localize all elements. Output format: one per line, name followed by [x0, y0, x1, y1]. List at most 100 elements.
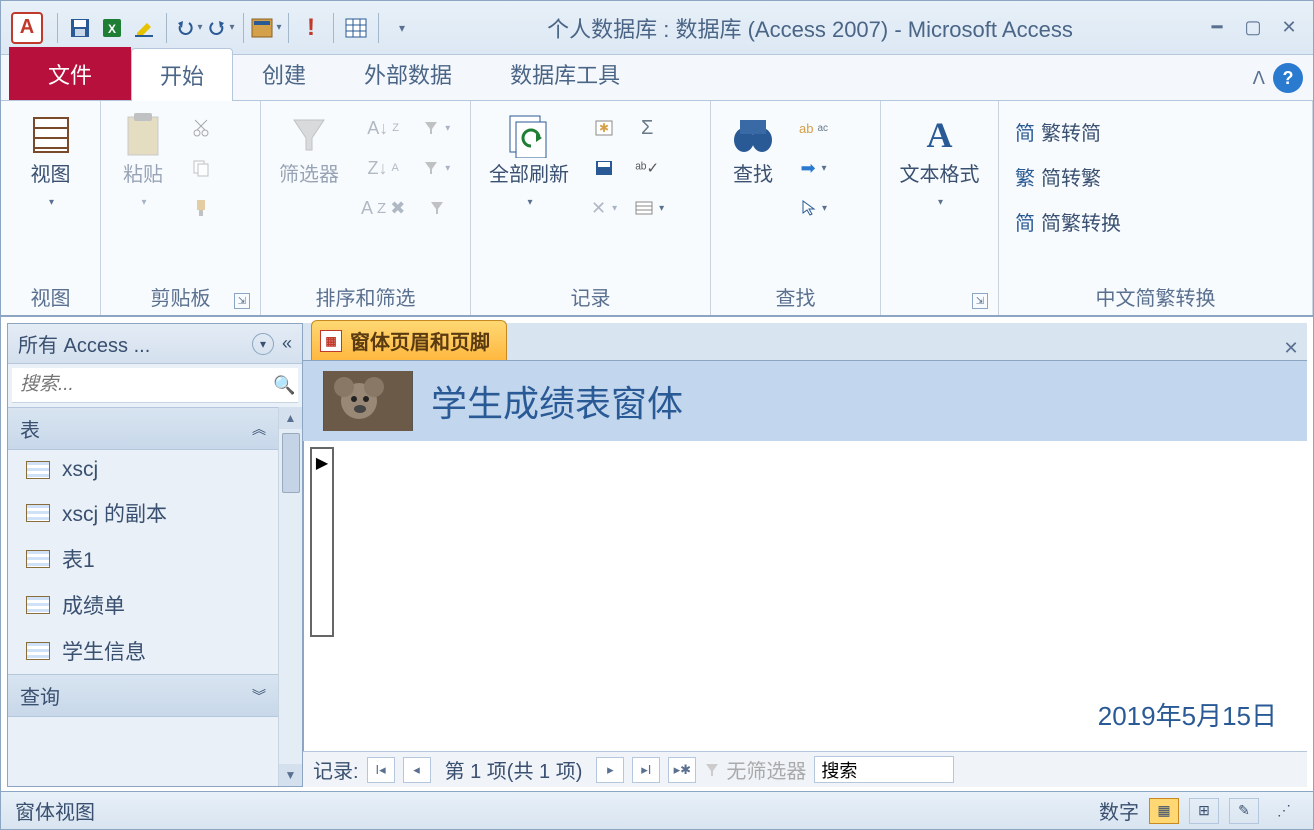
- navpane-header[interactable]: 所有 Access ... ▾ «: [8, 324, 302, 364]
- form-header: 学生成绩表窗体: [303, 361, 1307, 441]
- view-button[interactable]: 视图▾: [17, 107, 85, 215]
- scroll-thumb[interactable]: [282, 433, 300, 493]
- record-selector[interactable]: [310, 447, 334, 637]
- chevron-down-icon: ︾: [252, 686, 266, 706]
- qat-save-button[interactable]: [64, 12, 96, 44]
- group-clipboard-label: 剪贴板⇲: [109, 278, 252, 313]
- cut-icon: [191, 118, 211, 138]
- design-view-button[interactable]: ✎: [1229, 798, 1259, 824]
- maximize-button[interactable]: ▢: [1239, 17, 1267, 39]
- redo-icon: [207, 18, 227, 38]
- text-format-button[interactable]: A 文本格式▾: [890, 107, 990, 215]
- first-record-button[interactable]: I◂: [367, 757, 395, 783]
- format-painter-button[interactable]: [183, 191, 219, 225]
- form-tab[interactable]: ▦ 窗体页眉和页脚: [311, 320, 507, 360]
- qat-datasheet-button[interactable]: [340, 12, 372, 44]
- form-view-button[interactable]: ▦: [1149, 798, 1179, 824]
- toggle-filter-button[interactable]: [417, 191, 456, 225]
- copy-button[interactable]: [183, 151, 219, 185]
- grid-icon: [345, 18, 367, 38]
- nav-item-table[interactable]: 成绩单: [8, 582, 278, 628]
- clear-sort-button[interactable]: AZ✖: [355, 191, 411, 225]
- qat-highlight-button[interactable]: [128, 12, 160, 44]
- tab-create[interactable]: 创建: [233, 47, 335, 100]
- prev-record-button[interactable]: ◂: [403, 757, 431, 783]
- nav-item-table[interactable]: 学生信息: [8, 628, 278, 674]
- to-simplified-button[interactable]: 简繁转简: [1007, 113, 1129, 150]
- nav-group-queries[interactable]: 查询︾: [8, 674, 278, 717]
- save-icon: [69, 17, 91, 39]
- qat-excel-button[interactable]: X: [96, 12, 128, 44]
- navpane-dropdown-button[interactable]: ▾: [252, 333, 274, 355]
- tab-external[interactable]: 外部数据: [335, 47, 481, 100]
- textformat-launcher[interactable]: ⇲: [972, 293, 988, 309]
- cut-button[interactable]: [183, 111, 219, 145]
- nav-item-table[interactable]: 表1: [8, 536, 278, 582]
- clipboard-launcher[interactable]: ⇲: [234, 293, 250, 309]
- next-record-button[interactable]: ▸: [596, 757, 624, 783]
- nav-item-table[interactable]: xscj 的副本: [8, 490, 278, 536]
- spelling-button[interactable]: ᵃᵇ✓: [629, 151, 665, 185]
- convert-button[interactable]: 简简繁转换: [1007, 203, 1129, 240]
- minimize-button[interactable]: ━: [1203, 17, 1231, 39]
- tab-file[interactable]: 文件: [9, 47, 131, 100]
- record-position: 第 1 项(共 1 项): [439, 755, 589, 784]
- form-object-icon: ▦: [320, 330, 342, 352]
- qat-customize-button[interactable]: ▾: [385, 12, 417, 44]
- new-nav-button[interactable]: ▸✱: [668, 757, 696, 783]
- close-button[interactable]: ✕: [1275, 17, 1303, 39]
- navpane-collapse-button[interactable]: «: [282, 333, 292, 354]
- form-close-button[interactable]: ✕: [1279, 336, 1303, 360]
- filter-button[interactable]: 筛选器: [269, 107, 349, 191]
- group-find-label: 查找: [719, 278, 872, 313]
- qat-form-button[interactable]: ▾: [250, 12, 282, 44]
- save-record-button[interactable]: [585, 151, 623, 185]
- form-header-image: [323, 371, 413, 431]
- group-view-label: 视图: [9, 278, 92, 313]
- layout-view-button[interactable]: ⊞: [1189, 798, 1219, 824]
- paste-button[interactable]: 粘贴▾: [109, 107, 177, 215]
- window-title: 个人数据库 : 数据库 (Access 2007) - Microsoft Ac…: [417, 12, 1203, 44]
- help-button[interactable]: ?: [1273, 63, 1303, 93]
- scroll-down-button[interactable]: ▼: [279, 764, 302, 786]
- refresh-all-button[interactable]: 全部刷新▾: [479, 107, 579, 215]
- advanced-filter-button[interactable]: ▾: [417, 151, 456, 185]
- search-input[interactable]: [20, 374, 267, 396]
- nav-group-tables[interactable]: 表︽: [8, 407, 278, 450]
- sort-asc-button[interactable]: A↓Z: [355, 111, 411, 145]
- status-view-label: 窗体视图: [15, 796, 95, 825]
- ribbon-collapse-button[interactable]: ᐱ: [1253, 68, 1265, 89]
- main-area: 所有 Access ... ▾ « 🔍 表︽ xscj xscj 的副本 表1 …: [1, 317, 1313, 793]
- delete-record-button[interactable]: ✕▾: [585, 191, 623, 225]
- qat-undo-button[interactable]: ▾: [173, 12, 205, 44]
- qat-exclaim-button[interactable]: !: [295, 12, 327, 44]
- more-records-button[interactable]: ▾: [629, 191, 670, 225]
- to-traditional-button[interactable]: 繁简转繁: [1007, 158, 1129, 195]
- goto-button[interactable]: ➡▾: [793, 151, 834, 185]
- nav-item-table[interactable]: xscj: [8, 450, 278, 490]
- status-numlock: 数字: [1099, 796, 1139, 825]
- tab-tools[interactable]: 数据库工具: [481, 47, 649, 100]
- record-search-input[interactable]: [814, 756, 954, 783]
- sort-desc-button[interactable]: Z↓A: [355, 151, 411, 185]
- replace-button[interactable]: abac: [793, 111, 834, 145]
- ribbon: 视图▾ 视图 粘贴▾ 剪贴板⇲ 筛选器 A↓Z: [1, 101, 1313, 317]
- form-body: 2019年5月15日: [303, 441, 1307, 751]
- qat-redo-button[interactable]: ▾: [205, 12, 237, 44]
- tab-home[interactable]: 开始: [131, 48, 233, 101]
- find-button[interactable]: 查找: [719, 107, 787, 191]
- group-sortfilter-label: 排序和筛选: [269, 278, 462, 313]
- select-button[interactable]: ▾: [793, 191, 834, 225]
- title-bar: A X ▾ ▾ ▾ ! ▾ 个人数据库 : 数据库 (Access 2007) …: [1, 1, 1313, 55]
- record-navigator: 记录: I◂ ◂ 第 1 项(共 1 项) ▸ ▸I ▸✱ 无筛选器: [303, 751, 1307, 787]
- funnel-icon: [288, 114, 330, 156]
- resize-grip[interactable]: ⋰: [1269, 798, 1299, 824]
- binoculars-icon: [730, 114, 776, 156]
- scroll-up-button[interactable]: ▲: [279, 407, 302, 429]
- selection-filter-button[interactable]: ▾: [417, 111, 456, 145]
- totals-button[interactable]: Σ: [629, 111, 665, 145]
- new-record-button[interactable]: ✱: [585, 111, 623, 145]
- last-record-button[interactable]: ▸I: [632, 757, 660, 783]
- search-icon[interactable]: 🔍: [273, 375, 295, 396]
- nav-scrollbar[interactable]: ▲ ▼: [278, 407, 302, 786]
